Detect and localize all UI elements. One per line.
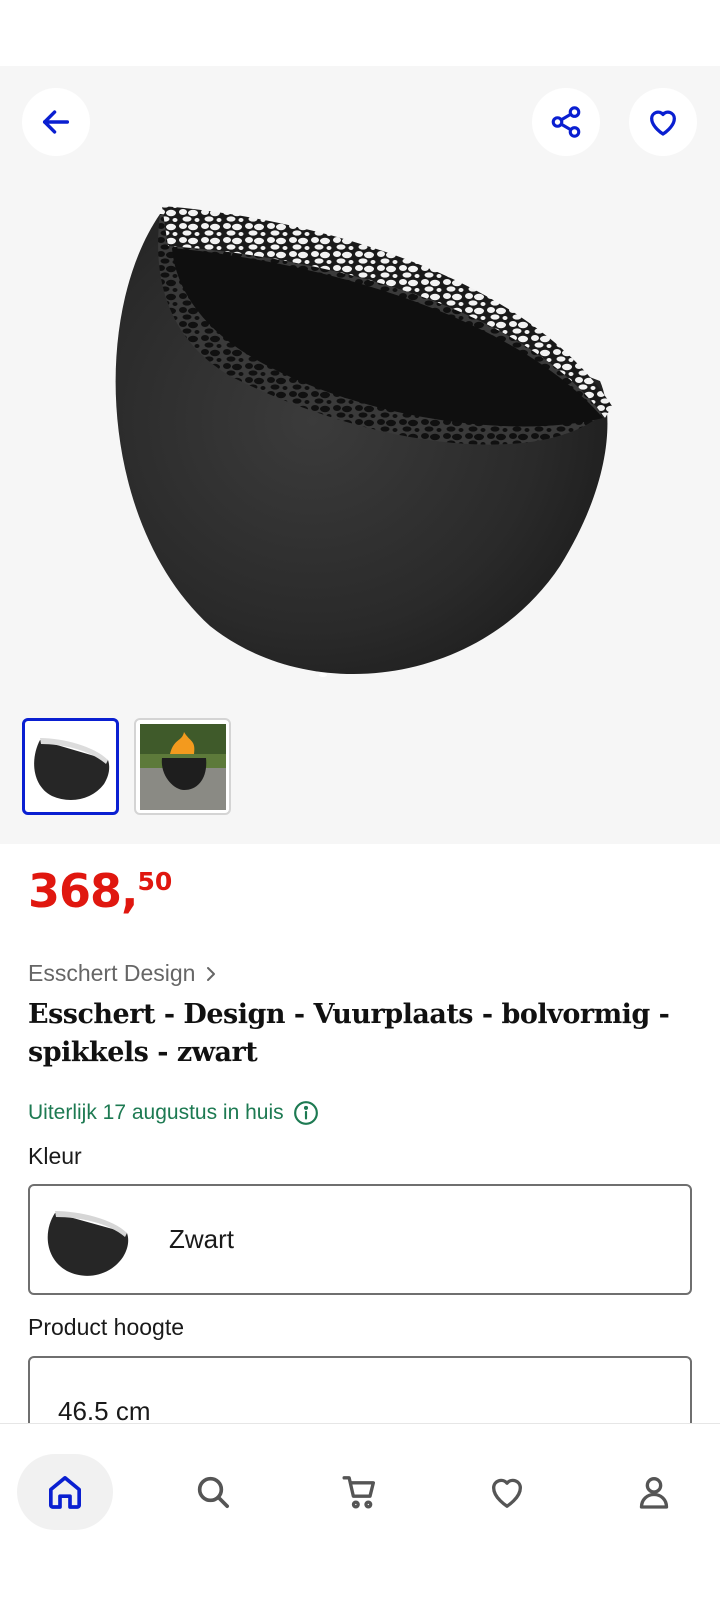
nav-search[interactable] [165,1454,261,1530]
thumbnail-1[interactable] [22,718,119,815]
price-main: 368, [28,864,138,918]
nav-favorites[interactable] [459,1454,555,1530]
nav-home[interactable] [17,1454,113,1530]
bottom-navigation [0,1423,720,1600]
info-icon[interactable] [293,1100,319,1126]
fire-bowl-garden-image [139,723,226,810]
thumbnail-2[interactable] [134,718,231,815]
price: 368,50 [28,868,172,914]
delivery-text: Uiterlijk 17 augustus in huis [28,1101,284,1124]
color-selector[interactable]: Zwart [28,1184,692,1295]
nav-account[interactable] [606,1454,702,1530]
arrow-left-icon [42,110,70,134]
brand-link[interactable]: Esschert Design [28,960,219,987]
share-icon [551,106,581,138]
product-title: Esschert - Design - Vuurplaats - bolvorm… [28,999,670,1068]
product-gallery[interactable] [0,66,720,844]
delivery-info: Uiterlijk 17 augustus in huis [28,1100,319,1126]
brand-label: Esschert Design [28,960,196,986]
back-button[interactable] [22,88,90,156]
nav-cart[interactable] [312,1454,408,1530]
color-swatch-image [47,1211,129,1276]
favorite-button[interactable] [629,88,697,156]
share-button[interactable] [532,88,600,156]
search-icon [197,1476,230,1508]
product-image[interactable] [90,166,630,726]
heart-icon [650,110,676,136]
color-label: Kleur [28,1143,82,1169]
cart-icon [342,1476,375,1509]
chevron-right-icon [207,966,216,981]
status-bar [0,0,720,66]
account-icon [639,1477,669,1509]
price-fraction: 50 [137,867,173,896]
home-icon [49,1476,81,1509]
color-value: Zwart [169,1224,234,1254]
fire-bowl-thumb-image [27,723,114,810]
heart-icon [492,1478,522,1508]
height-label: Product hoogte [28,1314,185,1340]
thumbnail-strip [22,718,231,815]
